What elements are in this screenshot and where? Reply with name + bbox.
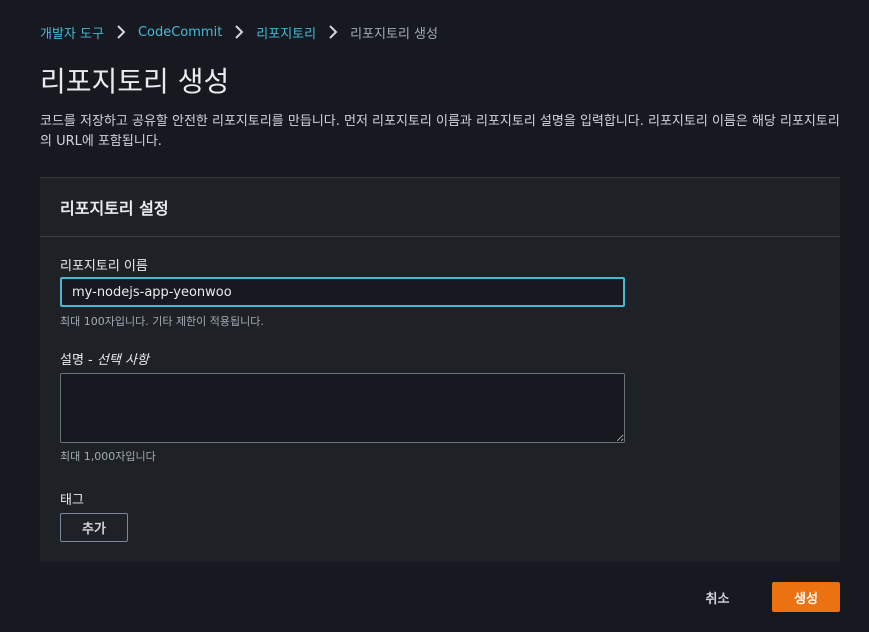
chevron-right-icon [114, 24, 128, 40]
description-label-separator: - [83, 353, 97, 368]
optional-text: 선택 사항 [96, 353, 149, 368]
chevron-right-icon [232, 24, 246, 40]
add-tag-button[interactable]: 추가 [60, 513, 128, 542]
page-description: 코드를 저장하고 공유할 안전한 리포지토리를 만듭니다. 먼저 리포지토리 이… [40, 114, 840, 149]
breadcrumb-current-page: 리포지토리 생성 [350, 26, 438, 42]
breadcrumb-repositories-link[interactable]: 리포지토리 [256, 23, 316, 42]
description-textarea[interactable] [60, 373, 625, 443]
chevron-right-icon [326, 24, 340, 40]
panel-header: 리포지토리 설정 [40, 178, 840, 237]
description-label: 설명 - 선택 사항 [60, 349, 149, 368]
cancel-button[interactable]: 취소 [690, 582, 745, 612]
breadcrumb: 개발자 도구 CodeCommit 리포지토리 리포지토리 생성 [40, 22, 438, 42]
repository-name-label: 리포지토리 이름 [60, 259, 148, 274]
breadcrumb-codecommit-link[interactable]: CodeCommit [138, 25, 222, 40]
page-title: 리포지토리 생성 [40, 65, 230, 98]
breadcrumb-developer-tools-link[interactable]: 개발자 도구 [40, 23, 104, 42]
description-hint: 최대 1,000자입니다 [60, 450, 156, 463]
tags-label: 태그 [60, 493, 84, 508]
repository-name-input[interactable] [60, 277, 625, 307]
create-repository-button[interactable]: 생성 [772, 582, 840, 612]
repository-name-hint: 최대 100자입니다. 기타 제한이 적용됩니다. [60, 315, 264, 328]
panel-title: 리포지토리 설정 [60, 199, 169, 218]
description-label-text: 설명 [60, 353, 84, 368]
repository-settings-panel: 리포지토리 설정 리포지토리 이름 최대 100자입니다. 기타 제한이 적용됩… [40, 177, 840, 562]
